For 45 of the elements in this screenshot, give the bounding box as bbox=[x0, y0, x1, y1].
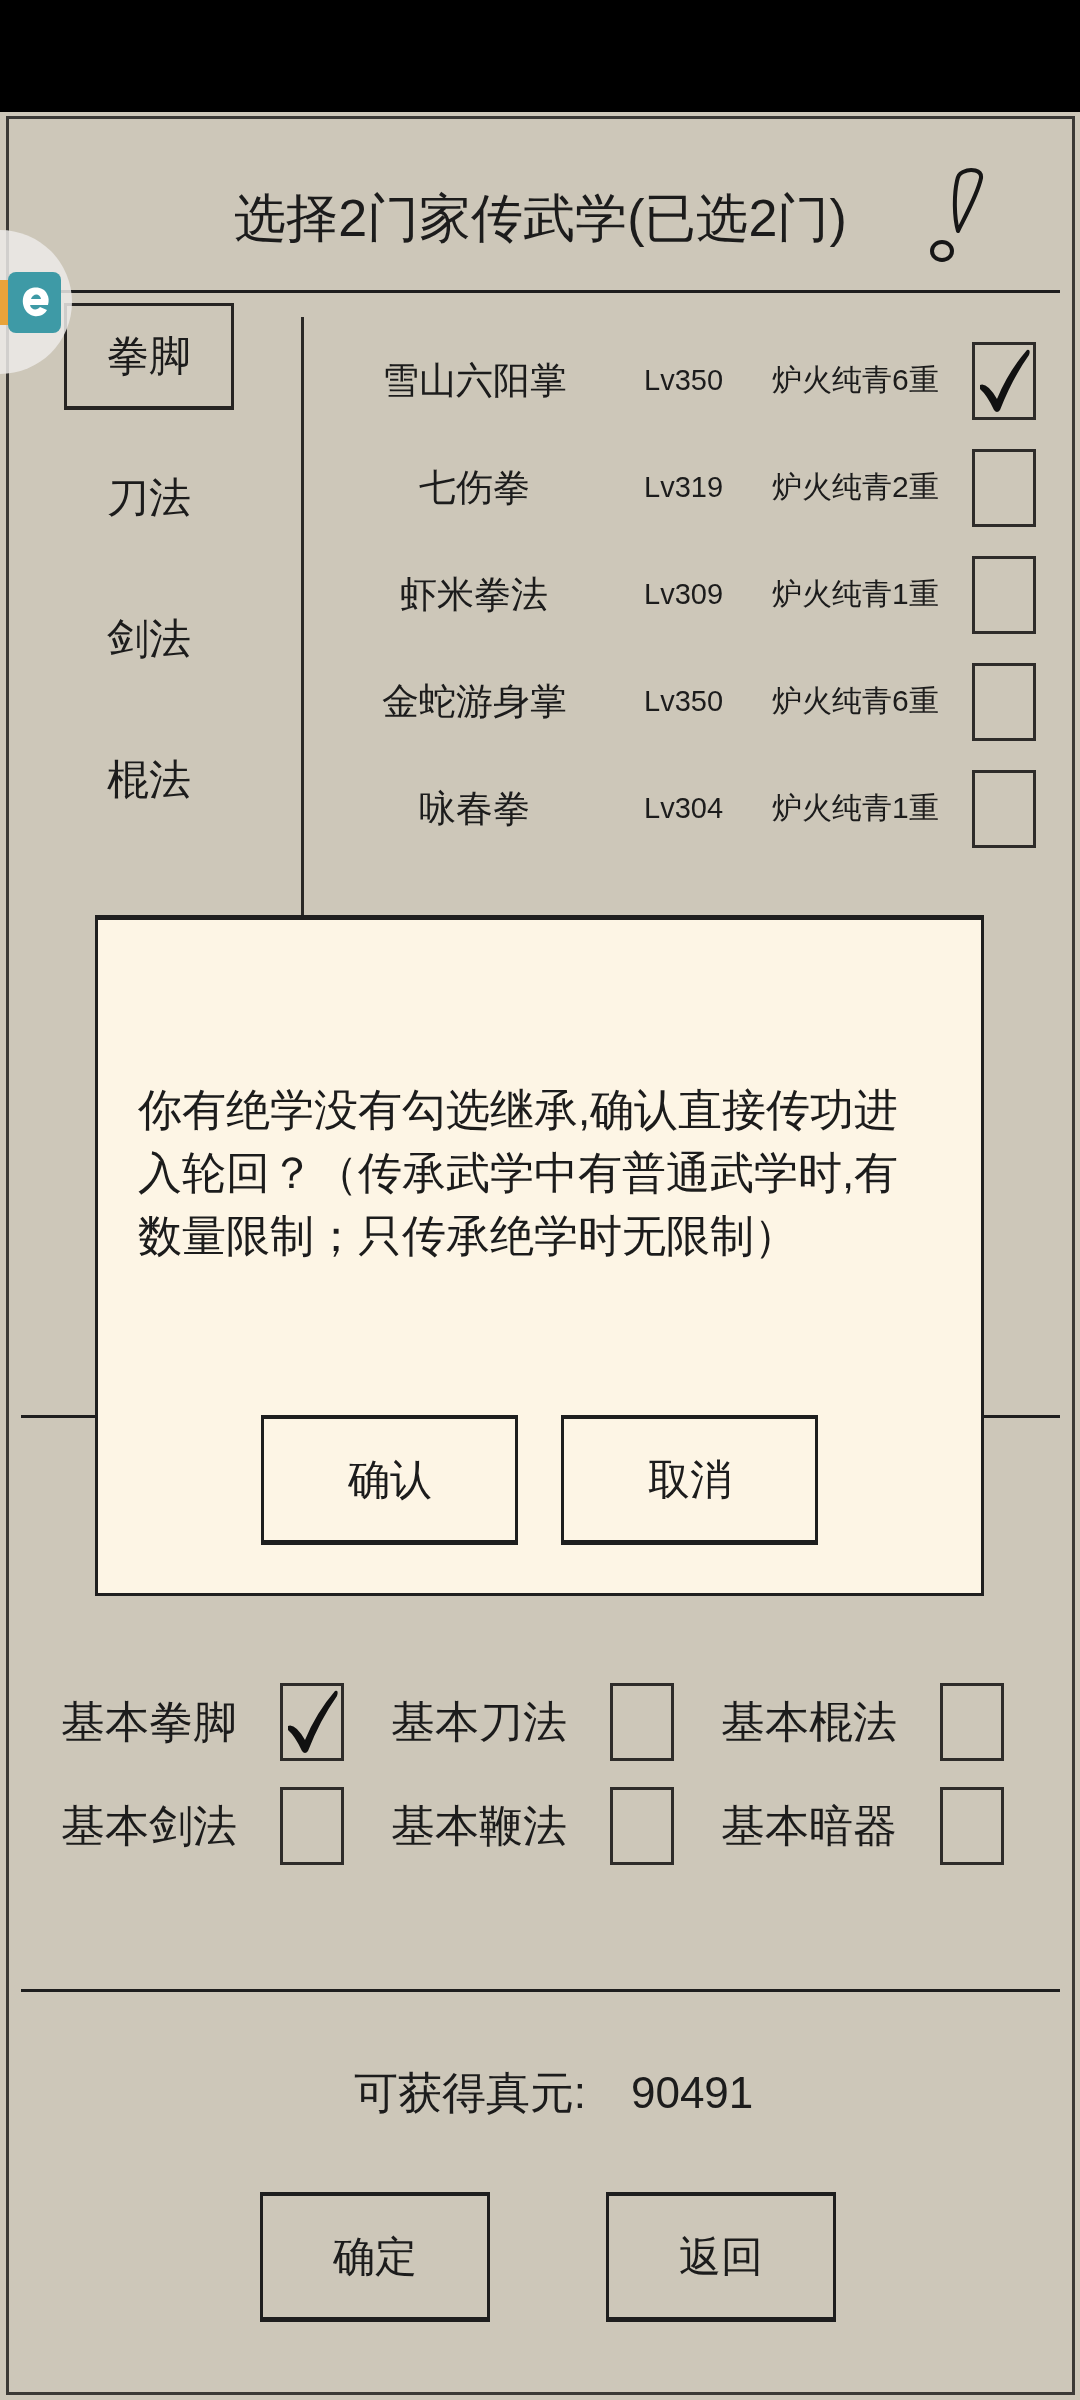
basic-skill-label: 基本棍法 bbox=[721, 1695, 898, 1748]
skill-realm: 炉火纯青1重 bbox=[772, 790, 940, 826]
skill-realm: 炉火纯青2重 bbox=[772, 469, 940, 505]
checkbox[interactable] bbox=[280, 1683, 344, 1761]
dialog-message: 你有绝学没有勾选继承,确认直接传功进入轮回？（传承武学中有普通武学时,有数量限制；只传承绝学时无限制） bbox=[138, 1084, 900, 1262]
skill-level: Lv309 bbox=[644, 578, 724, 611]
skill-name: 金蛇游身掌 bbox=[380, 679, 568, 724]
checkbox[interactable] bbox=[972, 341, 1036, 420]
skill-realm: 炉火纯青6重 bbox=[772, 683, 940, 719]
confirm-button[interactable]: 确认 bbox=[261, 1415, 518, 1545]
category-tab[interactable]: 棍法 bbox=[64, 726, 234, 833]
skill-name: 虾米拳法 bbox=[399, 572, 549, 617]
skill-name: 七伤拳 bbox=[417, 465, 531, 510]
reward-value: 90491 bbox=[630, 2067, 754, 2119]
checkbox[interactable] bbox=[972, 555, 1036, 634]
skill-name: 雪山六阳掌 bbox=[380, 358, 568, 403]
skill-realm: 炉火纯青1重 bbox=[772, 576, 940, 612]
skill-name: 咏春拳 bbox=[417, 786, 531, 831]
checkbox[interactable] bbox=[610, 1787, 674, 1865]
window-title: 选择2门家传武学(已选2门) bbox=[234, 188, 847, 250]
checkbox[interactable] bbox=[972, 769, 1036, 848]
skill-level: Lv350 bbox=[644, 364, 724, 397]
checkbox[interactable] bbox=[940, 1787, 1004, 1865]
confirm-button[interactable]: 确定 bbox=[259, 2192, 490, 2322]
basic-skill-label: 基本剑法 bbox=[61, 1799, 238, 1852]
cancel-button[interactable]: 取消 bbox=[561, 1415, 818, 1545]
skill-level: Lv350 bbox=[644, 685, 724, 718]
check-icon bbox=[285, 1688, 339, 1756]
checkbox[interactable] bbox=[280, 1787, 344, 1865]
skill-realm: 炉火纯青6重 bbox=[772, 362, 940, 398]
checkbox[interactable] bbox=[972, 448, 1036, 527]
basic-skill-label: 基本拳脚 bbox=[61, 1695, 238, 1748]
basic-skill-label: 基本暗器 bbox=[721, 1799, 898, 1852]
basic-skill-label: 基本鞭法 bbox=[391, 1799, 568, 1852]
skill-level: Lv319 bbox=[644, 471, 724, 504]
app-icon bbox=[0, 271, 61, 333]
checkbox[interactable] bbox=[610, 1683, 674, 1761]
skill-level: Lv304 bbox=[644, 792, 724, 825]
category-tab[interactable]: 刀法 bbox=[64, 444, 234, 551]
checkbox[interactable] bbox=[940, 1683, 1004, 1761]
checkbox[interactable] bbox=[972, 662, 1036, 741]
reward-label: 可获得真元: bbox=[353, 2067, 586, 2119]
category-tab[interactable]: 剑法 bbox=[64, 585, 234, 692]
back-button[interactable]: 返回 bbox=[605, 2192, 836, 2322]
basic-skill-label: 基本刀法 bbox=[391, 1695, 568, 1748]
